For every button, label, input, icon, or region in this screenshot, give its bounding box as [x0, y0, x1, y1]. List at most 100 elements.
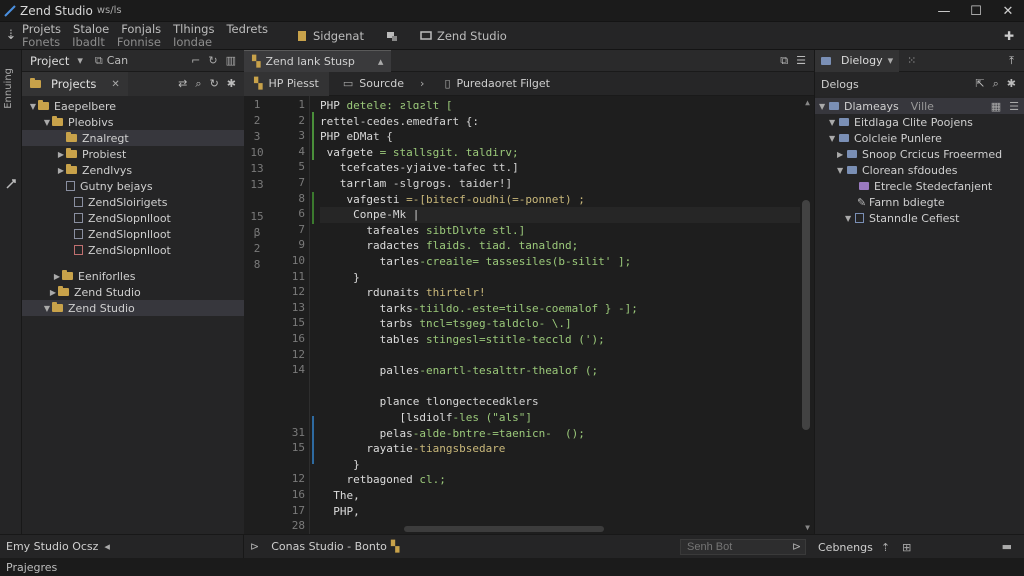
- upload-icon[interactable]: ⇡: [881, 541, 890, 554]
- close-icon[interactable]: ✕: [992, 0, 1024, 22]
- tree-item[interactable]: Etrecle Stedecfanjent: [815, 178, 1024, 194]
- chevron-right-icon[interactable]: ▶: [56, 166, 66, 175]
- tree-item[interactable]: ▼ Clorean sfdoudes: [815, 162, 1024, 178]
- link-icon[interactable]: ⇄: [178, 77, 187, 91]
- cursor-icon[interactable]: ⇣: [0, 28, 22, 43]
- breakpoint-marker[interactable]: 13: [244, 178, 270, 191]
- bottom-left-tab[interactable]: Emy Studio Ocsz ◂: [0, 534, 244, 559]
- chevron-right-icon[interactable]: ▶: [56, 150, 66, 159]
- breakpoint-marker[interactable]: 13: [244, 162, 270, 175]
- bottom-right-tab[interactable]: Cebnengs ⇡ ⊞: [814, 535, 911, 559]
- tree-item[interactable]: ▼ Colcleie Punlere: [815, 130, 1024, 146]
- tree-item[interactable]: ▶ Zendlvys: [22, 162, 244, 178]
- tree-item[interactable]: ▶ Eeniforlles: [22, 268, 244, 284]
- close-icon[interactable]: ✕: [111, 79, 119, 90]
- filter-icon[interactable]: ⌕: [195, 77, 201, 91]
- scroll-up-icon[interactable]: ▲: [805, 98, 810, 107]
- chevron-right-icon[interactable]: ›: [420, 77, 424, 90]
- pin-icon[interactable]: ⌐: [191, 54, 200, 67]
- chevron-right-icon[interactable]: ⊳: [792, 540, 801, 553]
- breakpoint-marker[interactable]: 15: [244, 210, 270, 223]
- chevron-left-icon[interactable]: ◂: [104, 540, 110, 553]
- chevron-down-icon[interactable]: ▼: [837, 166, 847, 175]
- minimize-icon[interactable]: —: [928, 0, 960, 22]
- breakpoint-marker[interactable]: 2: [244, 242, 270, 255]
- chevron-down-icon[interactable]: ▾: [77, 54, 83, 67]
- chevron-right-icon[interactable]: ▶: [52, 272, 62, 281]
- copy-icon[interactable]: ⧉: [95, 54, 103, 68]
- vertical-scrollbar[interactable]: [802, 200, 810, 430]
- tree-item[interactable]: ZendSlopnlloot: [22, 210, 244, 226]
- breakpoint-marker[interactable]: β: [244, 226, 270, 239]
- chevron-up-icon[interactable]: ▴: [378, 55, 384, 68]
- menu-icon[interactable]: ☰: [796, 54, 806, 68]
- settings-icon[interactable]: ✱: [227, 77, 236, 91]
- collapse-icon[interactable]: ⇱: [975, 77, 984, 91]
- scroll-down-icon[interactable]: ▼: [805, 523, 810, 532]
- tree-item[interactable]: ✎ Farnn bdiegte: [815, 194, 1024, 210]
- tree-item[interactable]: ▶ Zend Studio: [22, 284, 244, 300]
- tree-item[interactable]: ▼ Dlameays Ville ▦ ☰: [815, 98, 1024, 114]
- chevron-down-icon[interactable]: ▼: [829, 134, 839, 143]
- split-icon[interactable]: ⧉: [780, 54, 788, 68]
- tree-item[interactable]: ▶ Probiest: [22, 146, 244, 162]
- chevron-right-icon[interactable]: ▶: [48, 288, 58, 297]
- horizontal-scrollbar[interactable]: [404, 526, 604, 532]
- editor-tab[interactable]: ▚ Zend lank Stusp ▴: [244, 49, 392, 72]
- refresh-icon[interactable]: ↻: [208, 54, 217, 67]
- search-icon[interactable]: ⌕: [993, 77, 999, 91]
- tab-projects[interactable]: Projects ✕: [22, 72, 128, 96]
- code-editor[interactable]: 1 2 3 10 13 13 15 β 2 8 1 2 3 4 5 7 8 6 7 9 10 11 12 13 15 16 12 1…: [244, 96, 814, 534]
- tree-item[interactable]: ▼ Eitdlaga Clite Poojens: [815, 114, 1024, 130]
- tree-item[interactable]: Gutny bejays: [22, 178, 244, 194]
- submenu-item-1[interactable]: Fonets: [22, 36, 60, 48]
- breakpoint-marker[interactable]: 2: [244, 114, 270, 127]
- submenu-item-3[interactable]: Fonnise: [117, 36, 161, 48]
- menu-item-tedrets[interactable]: Tedrets: [226, 23, 268, 35]
- toolbar-build-button[interactable]: [380, 30, 404, 42]
- settings-icon[interactable]: ✱: [1007, 77, 1016, 91]
- list-icon[interactable]: ☰: [1009, 100, 1019, 113]
- vertical-tab-label[interactable]: Ennuing: [3, 68, 14, 109]
- grid-icon[interactable]: ⊞: [902, 541, 911, 554]
- breakpoint-gutter[interactable]: 1 2 3 10 13 13 15 β 2 8: [244, 96, 270, 534]
- project-header-label[interactable]: Project: [30, 54, 69, 68]
- tree-item[interactable]: ▼ Zend Studio: [22, 300, 244, 316]
- maximize-icon[interactable]: ☐: [960, 0, 992, 22]
- tab-dielogy[interactable]: Dielogy ▾: [815, 49, 900, 72]
- submenu-item-2[interactable]: Ibadlt: [72, 36, 105, 48]
- grid-icon[interactable]: ⁙: [907, 54, 916, 67]
- breakpoint-marker[interactable]: 1: [244, 98, 270, 111]
- pin-icon[interactable]: ✚: [1004, 29, 1014, 43]
- tree-item[interactable]: ZendSloirigets: [22, 194, 244, 210]
- chevron-down-icon[interactable]: ▼: [28, 102, 38, 111]
- chevron-down-icon[interactable]: ▾: [888, 54, 894, 67]
- tree-item[interactable]: ▼ Eaepelbere: [22, 98, 244, 114]
- chevron-down-icon[interactable]: ▼: [829, 118, 839, 127]
- toolbar-sidgenat-button[interactable]: Sidgenat: [290, 29, 370, 43]
- chevron-down-icon[interactable]: ▼: [819, 102, 829, 111]
- subtab-source[interactable]: ▭ Sourcde ›: [333, 72, 435, 96]
- tree-item[interactable]: ▶ Snoop Crcicus Froeermed: [815, 146, 1024, 162]
- toolbar-zend-studio-button[interactable]: Zend Studio: [414, 29, 513, 43]
- pin-icon[interactable]: ⤒: [1009, 54, 1014, 68]
- expand-icon[interactable]: ⊳: [250, 540, 259, 553]
- tree-item[interactable]: Znalregt: [22, 130, 244, 146]
- chevron-down-icon[interactable]: ▼: [845, 214, 855, 223]
- refresh-icon[interactable]: ↻: [210, 77, 219, 91]
- bottom-mid-tab[interactable]: Conas Studio - Bonto ▚: [259, 535, 399, 559]
- subtab-preview[interactable]: ▯ Puredaoret Filget: [434, 72, 560, 96]
- breakpoint-marker[interactable]: 8: [244, 258, 270, 271]
- submenu-item-4[interactable]: Iondae: [173, 36, 212, 48]
- breakpoint-marker[interactable]: 3: [244, 130, 270, 143]
- minimize-panel-icon[interactable]: ▬: [1002, 540, 1012, 553]
- tools-icon[interactable]: [5, 178, 17, 190]
- chevron-right-icon[interactable]: ▶: [837, 150, 847, 159]
- tree-item[interactable]: ▼ Stanndle Cefiest: [815, 210, 1024, 226]
- chevron-down-icon[interactable]: ▼: [42, 304, 52, 313]
- menu-item-projects[interactable]: Projets: [22, 23, 61, 35]
- breakpoint-marker[interactable]: 10: [244, 146, 270, 159]
- menu-item-things[interactable]: Tlhings: [173, 23, 214, 35]
- chevron-down-icon[interactable]: ▼: [42, 118, 52, 127]
- tree-item[interactable]: ▼ Pleobivs: [22, 114, 244, 130]
